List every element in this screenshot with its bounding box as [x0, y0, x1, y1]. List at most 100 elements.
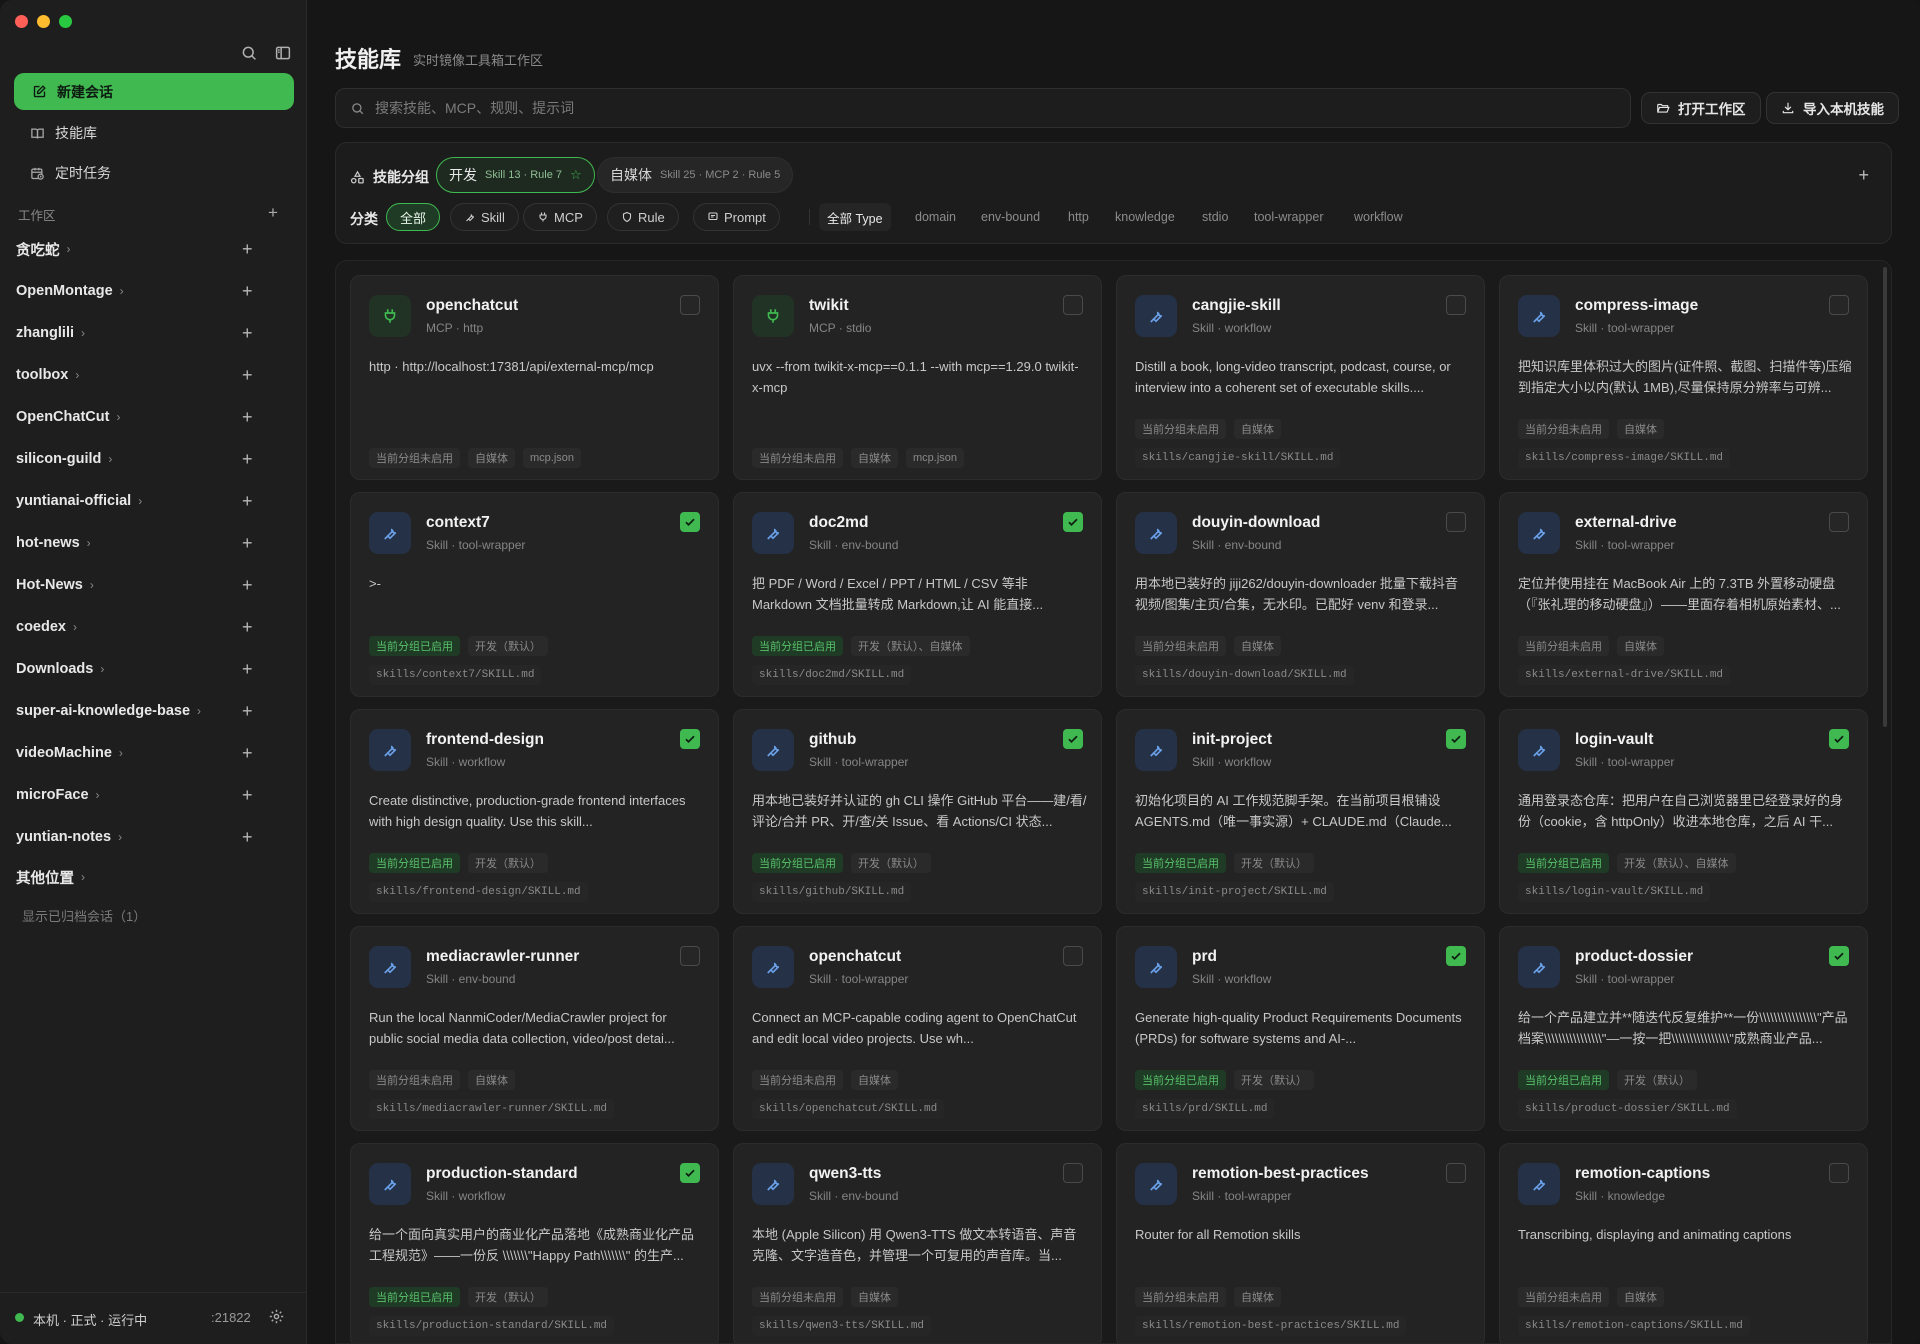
chip-skill[interactable]: Skill [450, 203, 519, 231]
enable-checkbox[interactable] [1829, 512, 1849, 532]
scrollbar[interactable] [1883, 267, 1887, 727]
type-filter[interactable]: workflow [1354, 203, 1403, 231]
skill-card[interactable]: github Skill · tool-wrapper 用本地已装好并认证的 gh … [733, 709, 1102, 914]
add-chat-plus-icon[interactable]: + [242, 702, 253, 720]
search-input[interactable] [375, 100, 1575, 116]
skill-card[interactable]: frontend-design Skill · workflow Create di… [350, 709, 719, 914]
type-filter[interactable]: domain [915, 203, 956, 231]
enable-checkbox[interactable] [1063, 1163, 1083, 1183]
add-chat-plus-icon[interactable]: + [242, 618, 253, 636]
group-pill-dev[interactable]: 开发 Skill 13 · Rule 7 ☆ [436, 157, 595, 193]
add-chat-plus-icon[interactable]: + [242, 282, 253, 300]
add-chat-plus-icon[interactable]: + [242, 450, 253, 468]
search-icon[interactable] [240, 44, 258, 62]
nav-scheduled-tasks[interactable]: 定时任务 [30, 160, 111, 186]
add-chat-plus-icon[interactable]: + [242, 744, 253, 762]
add-chat-plus-icon[interactable]: + [242, 366, 253, 384]
enable-checkbox[interactable] [1829, 729, 1849, 749]
workspace-item[interactable]: microFace › [16, 781, 266, 809]
skill-card[interactable]: login-vault Skill · tool-wrapper 通用登录态仓库：把… [1499, 709, 1868, 914]
gear-icon[interactable] [268, 1308, 285, 1325]
skill-card[interactable]: context7 Skill · tool-wrapper >- 当前分组已启用 开发（… [350, 492, 719, 697]
type-filter[interactable]: http [1068, 203, 1089, 231]
workspace-item[interactable]: silicon-guild › [16, 445, 266, 473]
skill-card[interactable]: production-standard Skill · workflow 给一个面向… [350, 1143, 719, 1343]
workspace-item[interactable]: videoMachine › [16, 739, 266, 767]
add-workspace-button[interactable]: + [268, 204, 278, 221]
enable-checkbox[interactable] [1829, 295, 1849, 315]
open-workspace-button[interactable]: 打开工作区 [1641, 92, 1761, 124]
workspace-item[interactable]: yuntianai-official › [16, 487, 266, 515]
add-chat-plus-icon[interactable]: + [242, 408, 253, 426]
type-filter[interactable]: env-bound [981, 203, 1040, 231]
enable-checkbox[interactable] [1063, 295, 1083, 315]
nav-skill-library[interactable]: 技能库 [30, 120, 97, 146]
skill-card[interactable]: twikit MCP · stdio uvx --from twikit-x-mcp… [733, 275, 1102, 480]
workspace-item[interactable]: hot-news › [16, 529, 266, 557]
skill-card[interactable]: openchatcut Skill · tool-wrapper Connect a… [733, 926, 1102, 1131]
add-chat-plus-icon[interactable]: + [242, 576, 253, 594]
chip-rule[interactable]: Rule [607, 203, 679, 231]
zoom-window-button[interactable] [59, 15, 72, 28]
skill-card[interactable]: remotion-best-practices Skill · tool-wrap… [1116, 1143, 1485, 1343]
enable-checkbox[interactable] [1446, 512, 1466, 532]
workspace-item[interactable]: 贪吃蛇 › [16, 235, 266, 263]
skill-card[interactable]: qwen3-tts Skill · env-bound 本地 (Apple Sili… [733, 1143, 1102, 1343]
chip-all[interactable]: 全部 [386, 203, 441, 231]
add-chat-plus-icon[interactable]: + [242, 660, 253, 678]
enable-checkbox[interactable] [680, 295, 700, 315]
skill-card[interactable]: remotion-captions Skill · knowledge Transc… [1499, 1143, 1868, 1343]
sidebar-toggle-icon[interactable] [274, 44, 292, 62]
workspace-item[interactable]: yuntian-notes › [16, 823, 266, 851]
import-local-button[interactable]: 导入本机技能 [1766, 92, 1899, 124]
type-filter[interactable]: tool-wrapper [1254, 203, 1323, 231]
enable-checkbox[interactable] [1063, 729, 1083, 749]
other-locations[interactable]: 其他位置 › [16, 863, 266, 891]
skill-card[interactable]: doc2md Skill · env-bound 把 PDF / Word / Ex… [733, 492, 1102, 697]
enable-checkbox[interactable] [1446, 729, 1466, 749]
add-group-button[interactable]: + [1858, 165, 1869, 186]
enable-checkbox[interactable] [1446, 295, 1466, 315]
group-pill-media[interactable]: 自媒体 Skill 25 · MCP 2 · Rule 5 [597, 157, 794, 193]
workspace-item[interactable]: Downloads › [16, 655, 266, 683]
chip-prompt[interactable]: Prompt [693, 203, 780, 231]
enable-checkbox[interactable] [1063, 946, 1083, 966]
enable-checkbox[interactable] [680, 729, 700, 749]
enable-checkbox[interactable] [1446, 1163, 1466, 1183]
workspace-item[interactable]: OpenMontage › [16, 277, 266, 305]
enable-checkbox[interactable] [1829, 1163, 1849, 1183]
add-chat-plus-icon[interactable]: + [242, 828, 253, 846]
add-chat-plus-icon[interactable]: + [242, 492, 253, 510]
workspace-item[interactable]: Hot-News › [16, 571, 266, 599]
workspace-item[interactable]: coedex › [16, 613, 266, 641]
skill-card[interactable]: openchatcut MCP · http http · http://local… [350, 275, 719, 480]
skill-card[interactable]: external-drive Skill · tool-wrapper 定位并使用挂… [1499, 492, 1868, 697]
skill-card[interactable]: mediacrawler-runner Skill · env-bound Run … [350, 926, 719, 1131]
search-bar[interactable] [335, 88, 1631, 128]
type-filter-all[interactable]: 全部 Type [819, 203, 891, 231]
skill-card[interactable]: douyin-download Skill · env-bound 用本地已装好的 … [1116, 492, 1485, 697]
add-chat-plus-icon[interactable]: + [242, 240, 253, 258]
workspace-item[interactable]: toolbox › [16, 361, 266, 389]
enable-checkbox[interactable] [680, 512, 700, 532]
type-filter[interactable]: knowledge [1115, 203, 1175, 231]
new-chat-button[interactable]: 新建会话 [14, 73, 294, 110]
skill-card[interactable]: cangjie-skill Skill · workflow Distill a b… [1116, 275, 1485, 480]
minimize-window-button[interactable] [37, 15, 50, 28]
enable-checkbox[interactable] [1063, 512, 1083, 532]
skill-card[interactable]: init-project Skill · workflow 初始化项目的 AI 工作… [1116, 709, 1485, 914]
skill-card[interactable]: compress-image Skill · tool-wrapper 把知识库里体… [1499, 275, 1868, 480]
enable-checkbox[interactable] [680, 1163, 700, 1183]
type-filter[interactable]: stdio [1202, 203, 1228, 231]
chip-mcp[interactable]: MCP [523, 203, 597, 231]
add-chat-plus-icon[interactable]: + [242, 534, 253, 552]
enable-checkbox[interactable] [1829, 946, 1849, 966]
skill-card[interactable]: prd Skill · workflow Generate high-quality… [1116, 926, 1485, 1131]
show-archived-link[interactable]: 显示已归档会话（1） [22, 906, 146, 925]
workspace-item[interactable]: zhanglili › [16, 319, 266, 347]
skill-card[interactable]: product-dossier Skill · tool-wrapper 给一个产品… [1499, 926, 1868, 1131]
add-chat-plus-icon[interactable]: + [242, 324, 253, 342]
enable-checkbox[interactable] [1446, 946, 1466, 966]
add-chat-plus-icon[interactable]: + [242, 786, 253, 804]
enable-checkbox[interactable] [680, 946, 700, 966]
